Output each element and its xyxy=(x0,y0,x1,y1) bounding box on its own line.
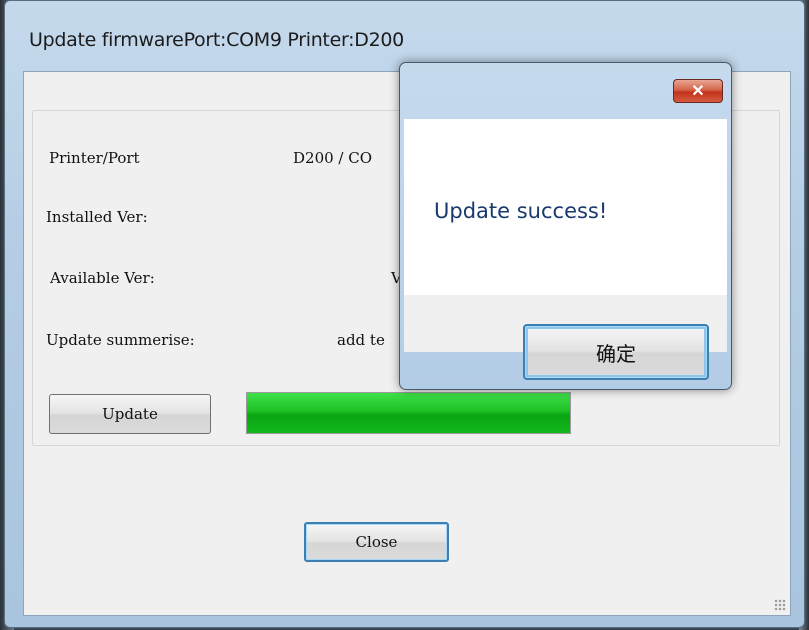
available-version-label: Available Ver: xyxy=(50,269,155,287)
window-title: Update firmwarePort:COM9 Printer:D200 xyxy=(29,29,404,51)
printer-port-label: Printer/Port xyxy=(49,149,140,167)
resize-grip[interactable] xyxy=(774,599,786,611)
progress-fill xyxy=(247,393,570,433)
ok-button[interactable]: 确定 xyxy=(523,324,709,380)
message-text: Update success! xyxy=(434,199,608,223)
printer-port-value: D200 / CO xyxy=(293,149,373,167)
update-progress-bar xyxy=(246,392,571,434)
update-summary-value: add te xyxy=(337,331,385,349)
message-box-body: Update success! 确定 xyxy=(404,119,727,380)
message-box: ✕ Update success! 确定 xyxy=(399,62,732,390)
update-button[interactable]: Update xyxy=(49,394,211,434)
update-summary-label: Update summerise: xyxy=(46,331,195,349)
close-icon[interactable]: ✕ xyxy=(673,79,723,103)
close-button[interactable]: Close xyxy=(304,522,449,562)
installed-version-label: Installed Ver: xyxy=(46,208,148,226)
